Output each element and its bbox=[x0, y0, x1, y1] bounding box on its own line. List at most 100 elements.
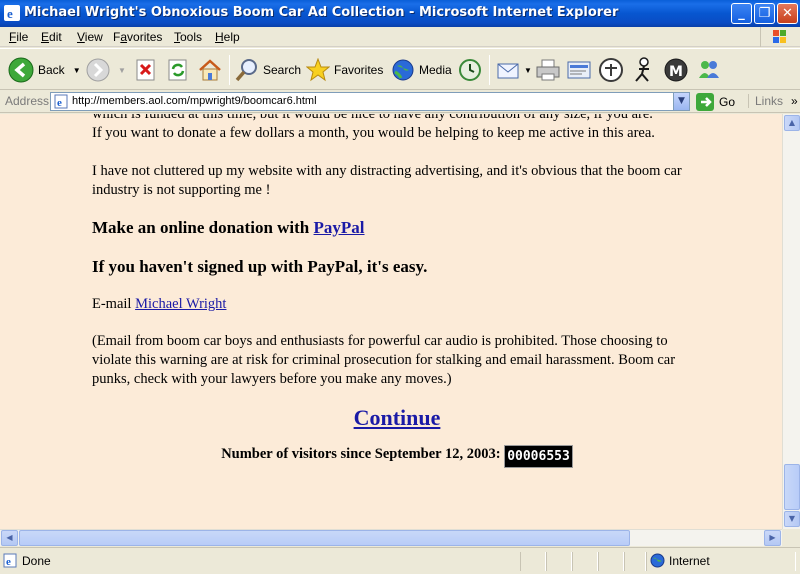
favorites-button[interactable]: Favorites bbox=[306, 56, 383, 84]
scrollbar-corner bbox=[782, 529, 800, 546]
horizontal-scrollbar[interactable]: ◀ ▶ bbox=[0, 529, 782, 546]
warning-paragraph: (Email from boom car boys and enthusiast… bbox=[92, 333, 676, 387]
status-pane bbox=[624, 552, 646, 571]
zone-text: Internet bbox=[669, 554, 710, 568]
favorites-label: Favorites bbox=[334, 63, 384, 77]
status-bar: e Done Internet bbox=[0, 547, 800, 574]
donation-paragraph: If you want to donate a few dollars a mo… bbox=[92, 125, 655, 141]
no-ads-paragraph: I have not cluttered up my website with … bbox=[92, 163, 682, 198]
back-dropdown-icon[interactable]: ▼ bbox=[73, 66, 81, 75]
page-done-icon: e bbox=[3, 553, 17, 568]
donate-heading: Make an online donation with PayPal bbox=[92, 217, 702, 238]
signup-heading: If you haven't signed up with PayPal, it… bbox=[92, 257, 428, 276]
forward-arrow-icon bbox=[86, 58, 110, 82]
go-button[interactable]: Go bbox=[696, 92, 735, 111]
standard-toolbar: Back ▼ ▼ Search Favorites Media ▼ M bbox=[0, 48, 800, 90]
address-label: Address bbox=[5, 94, 50, 108]
menu-tools[interactable]: Tools bbox=[174, 30, 202, 44]
visitor-counter: 00006553 bbox=[504, 445, 573, 468]
search-button[interactable]: Search bbox=[235, 56, 301, 84]
forward-dropdown-icon[interactable]: ▼ bbox=[118, 66, 126, 75]
go-arrow-icon bbox=[696, 92, 714, 111]
email-link[interactable]: Michael Wright bbox=[135, 296, 226, 312]
status-pane bbox=[520, 552, 546, 571]
vertical-scrollbar[interactable]: ▲ ▼ bbox=[782, 114, 800, 529]
research-icon: M bbox=[664, 58, 688, 82]
paypal-link[interactable]: PayPal bbox=[314, 218, 365, 237]
person-icon bbox=[635, 57, 649, 82]
print-button[interactable] bbox=[535, 56, 561, 84]
discuss-icon bbox=[599, 58, 623, 82]
media-button[interactable]: Media bbox=[391, 56, 452, 84]
svg-text:e: e bbox=[57, 97, 62, 109]
internet-globe-icon bbox=[650, 553, 665, 568]
edit-page-icon bbox=[567, 61, 591, 79]
page-icon: e bbox=[54, 94, 68, 109]
status-pane bbox=[572, 552, 598, 571]
vertical-scroll-thumb[interactable] bbox=[784, 464, 800, 510]
continue-link[interactable]: Continue bbox=[354, 405, 441, 430]
scroll-down-icon[interactable]: ▼ bbox=[784, 511, 800, 527]
menu-edit[interactable]: Edit bbox=[41, 30, 62, 44]
stop-icon bbox=[136, 59, 155, 81]
visitor-label: Number of visitors since September 12, 2… bbox=[221, 446, 501, 462]
scroll-left-icon[interactable]: ◀ bbox=[1, 530, 18, 546]
stop-button[interactable] bbox=[135, 56, 157, 84]
forward-button[interactable]: ▼ bbox=[86, 56, 126, 84]
close-button[interactable]: ✕ bbox=[777, 3, 798, 24]
minimize-button[interactable]: _ bbox=[731, 3, 752, 24]
back-button[interactable]: Back ▼ bbox=[8, 56, 81, 84]
discuss-button[interactable] bbox=[598, 56, 624, 84]
continue-line: Continue bbox=[92, 405, 702, 431]
mail-icon bbox=[497, 63, 519, 79]
refresh-button[interactable] bbox=[167, 56, 189, 84]
mail-dropdown-icon[interactable]: ▼ bbox=[524, 66, 532, 75]
svg-text:e: e bbox=[6, 556, 11, 568]
back-arrow-icon bbox=[8, 57, 34, 83]
research-button[interactable]: M bbox=[663, 56, 689, 84]
mail-button[interactable]: ▼ bbox=[496, 56, 532, 84]
status-pane bbox=[598, 552, 624, 571]
svg-text:e: e bbox=[7, 6, 13, 21]
home-button[interactable] bbox=[198, 56, 222, 84]
messenger-button[interactable] bbox=[631, 56, 655, 84]
links-chevron-icon[interactable]: » bbox=[791, 94, 798, 108]
donate-prefix: Make an online donation with bbox=[92, 218, 314, 237]
media-label: Media bbox=[419, 63, 452, 77]
horizontal-scroll-thumb[interactable] bbox=[19, 530, 630, 546]
home-icon bbox=[199, 59, 221, 81]
restore-button[interactable]: ❐ bbox=[754, 3, 775, 24]
history-clock-icon bbox=[459, 59, 481, 81]
window-title: Michael Wright's Obnoxious Boom Car Ad C… bbox=[24, 5, 619, 20]
edit-button[interactable] bbox=[566, 56, 592, 84]
go-label: Go bbox=[719, 94, 736, 109]
search-label: Search bbox=[263, 63, 302, 77]
scroll-right-icon[interactable]: ▶ bbox=[764, 530, 781, 546]
refresh-icon bbox=[168, 59, 187, 81]
status-pane bbox=[546, 552, 572, 571]
status-text: Done bbox=[22, 554, 51, 568]
menu-view[interactable]: View bbox=[77, 30, 103, 44]
address-input[interactable]: e http://members.aol.com/mpwright9/boomc… bbox=[50, 92, 690, 111]
contacts-people-icon bbox=[699, 61, 719, 78]
history-button[interactable] bbox=[458, 56, 482, 84]
title-bar[interactable]: e Michael Wright's Obnoxious Boom Car Ad… bbox=[0, 0, 800, 27]
scroll-up-icon[interactable]: ▲ bbox=[784, 115, 800, 131]
page-body: which is funded at this time, but it wou… bbox=[92, 114, 702, 468]
search-icon bbox=[235, 59, 257, 82]
page-viewport[interactable]: which is funded at this time, but it wou… bbox=[0, 114, 782, 529]
address-url: http://members.aol.com/mpwright9/boomcar… bbox=[72, 95, 317, 107]
visitor-counter-line: Number of visitors since September 12, 2… bbox=[92, 445, 702, 468]
back-label: Back bbox=[38, 63, 65, 77]
toolbar-separator bbox=[489, 55, 490, 85]
menu-help[interactable]: Help bbox=[215, 30, 240, 44]
menu-favorites[interactable]: Favorites bbox=[113, 30, 162, 44]
toolbar-separator bbox=[229, 55, 230, 85]
clipped-text-line: which is funded at this time, but it wou… bbox=[92, 114, 653, 122]
media-globe-icon bbox=[392, 59, 414, 81]
address-dropdown-icon[interactable]: ▼ bbox=[673, 93, 689, 110]
menu-file[interactable]: File bbox=[9, 30, 28, 44]
links-toolbar[interactable]: Links » bbox=[748, 94, 798, 108]
printer-icon bbox=[536, 59, 560, 81]
contacts-button[interactable] bbox=[696, 56, 722, 84]
